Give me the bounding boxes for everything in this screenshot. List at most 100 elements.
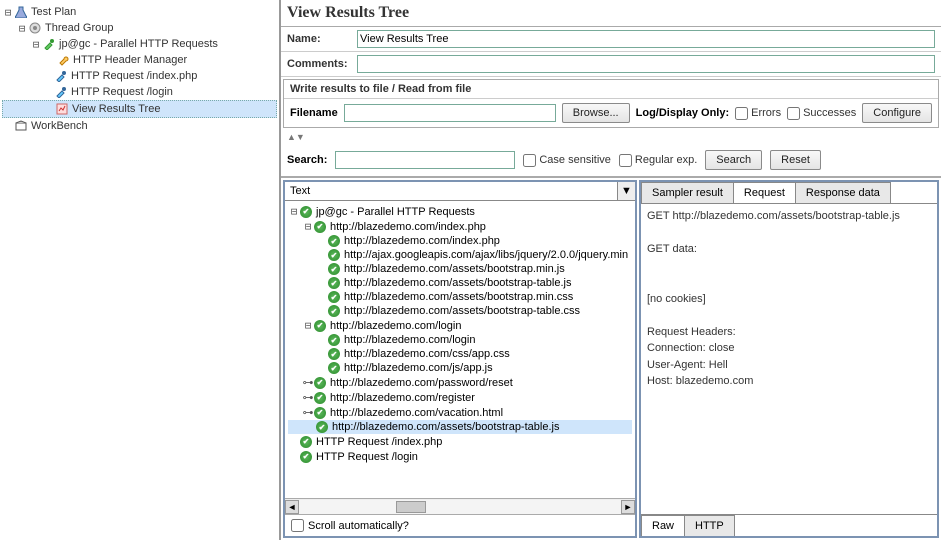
- result-item[interactable]: ⊟✔http://blazedemo.com/index.php: [288, 219, 632, 234]
- tree-http-login[interactable]: HTTP Request /login: [2, 84, 277, 100]
- success-icon: ✔: [328, 305, 340, 317]
- dropper-icon: [42, 37, 56, 51]
- filename-label: Filename: [290, 107, 338, 119]
- renderer-combo[interactable]: ▼: [285, 182, 635, 201]
- result-root[interactable]: ⊟✔jp@gc - Parallel HTTP Requests: [288, 204, 632, 219]
- tree-view-results[interactable]: View Results Tree: [2, 100, 277, 118]
- tree-workbench[interactable]: WorkBench: [2, 118, 277, 134]
- success-icon: ✔: [328, 249, 340, 261]
- errors-checkbox[interactable]: Errors: [735, 107, 781, 120]
- panel-title: View Results Tree: [281, 0, 941, 27]
- comments-row: Comments:: [281, 52, 941, 77]
- tree-parallel-requests[interactable]: ⊟ jp@gc - Parallel HTTP Requests: [2, 36, 277, 52]
- success-icon: ✔: [316, 421, 328, 433]
- name-row: Name:: [281, 27, 941, 52]
- tab-sampler-result[interactable]: Sampler result: [641, 182, 734, 203]
- configure-button[interactable]: Configure: [862, 103, 932, 123]
- request-detail-text[interactable]: GET http://blazedemo.com/assets/bootstra…: [641, 204, 937, 514]
- result-item[interactable]: ✔HTTP Request /index.php: [288, 434, 632, 449]
- tree-test-plan[interactable]: ⊟ Test Plan: [2, 4, 277, 20]
- spool-icon: [28, 21, 42, 35]
- scroll-left-icon[interactable]: ◄: [285, 500, 299, 514]
- dropdown-arrow-icon[interactable]: ▼: [617, 182, 635, 200]
- success-icon: ✔: [300, 206, 312, 218]
- result-item[interactable]: ✔http://blazedemo.com/js/app.js: [288, 361, 632, 375]
- success-icon: ✔: [328, 263, 340, 275]
- results-icon: [55, 102, 69, 116]
- tree-label: jp@gc - Parallel HTTP Requests: [59, 38, 218, 50]
- result-item[interactable]: ⊶✔http://blazedemo.com/vacation.html: [288, 405, 632, 420]
- collapse-arrows-icon[interactable]: ▲▼: [281, 130, 941, 144]
- tree-label: HTTP Header Manager: [73, 54, 187, 66]
- result-item[interactable]: ✔http://blazedemo.com/index.php: [288, 234, 632, 248]
- tree-label: HTTP Request /index.php: [71, 70, 197, 82]
- successes-checkbox[interactable]: Successes: [787, 107, 856, 120]
- tree-label: WorkBench: [31, 120, 88, 132]
- result-item[interactable]: ✔HTTP Request /login: [288, 449, 632, 464]
- result-item[interactable]: ⊶✔http://blazedemo.com/register: [288, 390, 632, 405]
- result-item[interactable]: ✔http://blazedemo.com/assets/bootstrap.m…: [288, 290, 632, 304]
- tree-label: HTTP Request /login: [71, 86, 173, 98]
- search-row: Search: Case sensitive Regular exp. Sear…: [281, 144, 941, 177]
- success-icon: ✔: [300, 451, 312, 463]
- name-input[interactable]: [357, 30, 935, 48]
- tree-label: View Results Tree: [72, 103, 160, 115]
- comments-input[interactable]: [357, 55, 935, 73]
- nav-tree[interactable]: ⊟ Test Plan ⊟ Thread Group ⊟ jp@gc - Par…: [0, 0, 280, 540]
- tab-request[interactable]: Request: [733, 182, 796, 203]
- result-item[interactable]: ✔http://blazedemo.com/assets/bootstrap-t…: [288, 276, 632, 290]
- collapse-handle[interactable]: ⊟: [2, 6, 14, 19]
- tree-thread-group[interactable]: ⊟ Thread Group: [2, 20, 277, 36]
- success-icon: ✔: [314, 392, 326, 404]
- file-fieldset: Write results to file / Read from file F…: [283, 79, 939, 128]
- workbench-icon: [14, 119, 28, 133]
- success-icon: ✔: [314, 377, 326, 389]
- tree-http-index[interactable]: HTTP Request /index.php: [2, 68, 277, 84]
- config-panel: View Results Tree Name: Comments: Write …: [280, 0, 941, 540]
- result-item-selected[interactable]: ✔http://blazedemo.com/assets/bootstrap-t…: [288, 420, 632, 434]
- browse-button[interactable]: Browse...: [562, 103, 630, 123]
- scroll-auto-checkbox[interactable]: Scroll automatically?: [285, 514, 635, 536]
- reset-button[interactable]: Reset: [770, 150, 821, 170]
- success-icon: ✔: [314, 407, 326, 419]
- result-item[interactable]: ✔http://blazedemo.com/login: [288, 333, 632, 347]
- search-label: Search:: [287, 154, 327, 166]
- scroll-right-icon[interactable]: ►: [621, 500, 635, 514]
- search-input[interactable]: [335, 151, 515, 169]
- results-tree[interactable]: ⊟✔jp@gc - Parallel HTTP Requests ⊟✔http:…: [285, 201, 635, 498]
- renderer-input[interactable]: [285, 182, 617, 200]
- name-label: Name:: [287, 33, 357, 45]
- horizontal-scrollbar[interactable]: ◄ ►: [285, 498, 635, 514]
- success-icon: ✔: [328, 291, 340, 303]
- tree-header-manager[interactable]: HTTP Header Manager: [2, 52, 277, 68]
- comments-label: Comments:: [287, 58, 357, 70]
- tab-http[interactable]: HTTP: [684, 515, 735, 536]
- collapse-handle[interactable]: ⊟: [16, 22, 28, 35]
- success-icon: ✔: [300, 436, 312, 448]
- case-sensitive-checkbox[interactable]: Case sensitive: [523, 154, 611, 167]
- search-button[interactable]: Search: [705, 150, 762, 170]
- detail-column: Sampler result Request Response data GET…: [639, 180, 939, 538]
- success-icon: ✔: [328, 348, 340, 360]
- detail-tabs: Sampler result Request Response data: [641, 182, 937, 204]
- result-item[interactable]: ✔http://blazedemo.com/css/app.css: [288, 347, 632, 361]
- result-item[interactable]: ✔http://blazedemo.com/assets/bootstrap.m…: [288, 262, 632, 276]
- result-item[interactable]: ⊶✔http://blazedemo.com/password/reset: [288, 375, 632, 390]
- collapse-handle[interactable]: ⊟: [30, 38, 42, 51]
- fieldset-title: Write results to file / Read from file: [284, 80, 938, 99]
- success-icon: ✔: [314, 320, 326, 332]
- regex-checkbox[interactable]: Regular exp.: [619, 154, 697, 167]
- tab-response-data[interactable]: Response data: [795, 182, 891, 203]
- detail-subtabs: Raw HTTP: [641, 514, 937, 536]
- success-icon: ✔: [328, 235, 340, 247]
- scroll-thumb[interactable]: [396, 501, 426, 513]
- beaker-icon: [14, 5, 28, 19]
- results-column: ▼ ⊟✔jp@gc - Parallel HTTP Requests ⊟✔htt…: [283, 180, 637, 538]
- filename-input[interactable]: [344, 104, 556, 122]
- result-item[interactable]: ✔http://ajax.googleapis.com/ajax/libs/jq…: [288, 248, 632, 262]
- result-item[interactable]: ✔http://blazedemo.com/assets/bootstrap-t…: [288, 304, 632, 318]
- tab-raw[interactable]: Raw: [641, 515, 685, 536]
- tree-label: Test Plan: [31, 6, 76, 18]
- dropper-icon: [54, 69, 68, 83]
- result-item[interactable]: ⊟✔http://blazedemo.com/login: [288, 318, 632, 333]
